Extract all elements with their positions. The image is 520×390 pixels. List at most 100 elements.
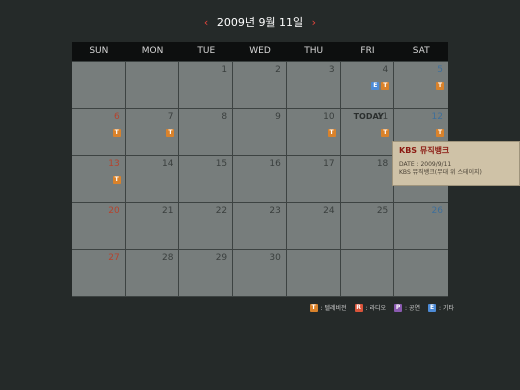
empty-day-cell	[394, 250, 448, 297]
weekday-thu: THU	[304, 46, 324, 56]
empty-day-cell	[340, 250, 395, 297]
day-number: 30	[269, 253, 281, 263]
day-number: 18	[376, 159, 389, 169]
tv-legend-icon: T	[309, 303, 318, 312]
day-number: 2	[275, 65, 281, 75]
legend: T: 텔레비전 R: 라디오 P: 공연 E: 기타	[309, 303, 454, 312]
day-cell-21[interactable]: 21	[125, 203, 180, 250]
tv-event-icon[interactable]: T	[112, 129, 121, 137]
day-number: 9	[275, 112, 281, 122]
day-number: 3	[328, 65, 335, 75]
day-number: 15	[215, 159, 228, 169]
day-cell-17[interactable]: 17	[286, 156, 341, 203]
day-number: 7	[167, 112, 174, 122]
day-cell-13[interactable]: 13 T	[72, 156, 126, 203]
day-number: 26	[431, 206, 443, 216]
tv-event-icon[interactable]: T	[166, 129, 175, 137]
day-cell-5[interactable]: 5T	[394, 62, 448, 109]
day-cell-15[interactable]: 15	[179, 156, 234, 203]
tv-event-icon[interactable]: T	[327, 129, 336, 137]
prev-month-button[interactable]: ‹	[204, 16, 208, 29]
tv-event-icon[interactable]: T	[436, 129, 444, 137]
day-cell-18[interactable]: 18	[340, 156, 395, 203]
weekday-fri: FRI	[360, 46, 375, 56]
day-number: 5	[437, 65, 443, 75]
legend-item-show: P: 공연	[394, 303, 420, 312]
tv-event-icon[interactable]: T	[436, 82, 444, 90]
legend-label: : 텔레비전	[320, 305, 347, 312]
day-cell-23[interactable]: 23	[233, 203, 287, 250]
weekday-sat: SAT	[412, 46, 430, 56]
day-cell-8[interactable]: 8	[179, 109, 234, 156]
current-date-title: 2009년 9월 11일	[216, 16, 304, 29]
day-cell-30[interactable]: 30	[233, 250, 287, 297]
day-number: 27	[108, 253, 120, 263]
day-number: 4	[382, 65, 389, 75]
day-cell-4[interactable]: 4ET	[340, 62, 395, 109]
weekday-wed: WED	[249, 46, 271, 56]
day-number: 6	[113, 112, 120, 122]
day-cell-29[interactable]: 29	[179, 250, 234, 297]
day-number: 29	[215, 253, 228, 263]
tv-event-icon[interactable]: T	[112, 176, 121, 184]
etc-event-icon[interactable]: E	[371, 82, 380, 90]
day-number: 16	[269, 159, 281, 169]
day-cell-22[interactable]: 22	[179, 203, 234, 250]
weekday-sun: SUN	[89, 46, 109, 56]
tooltip-date: DATE : 2009/9/11	[399, 161, 452, 168]
next-month-button[interactable]: ›	[312, 16, 316, 29]
legend-item-radio: R: 라디오	[354, 303, 387, 312]
empty-day-cell	[72, 62, 126, 109]
day-cell-25[interactable]: 25	[340, 203, 395, 250]
weekday-header-row: SUN MON TUE WED THU FRI SAT	[72, 42, 448, 61]
today-label: TODAY	[353, 112, 384, 121]
day-number: 1	[221, 65, 228, 75]
day-cell-7[interactable]: 7T	[125, 109, 180, 156]
day-cell-3[interactable]: 3	[286, 62, 341, 109]
day-cell-14[interactable]: 14	[125, 156, 180, 203]
day-number: 13	[108, 159, 120, 169]
legend-item-tv: T: 텔레비전	[309, 303, 347, 312]
day-number: 23	[269, 206, 281, 216]
legend-item-etc: E: 기타	[428, 303, 454, 312]
tv-event-icon[interactable]: T	[381, 129, 390, 137]
day-number: 21	[161, 206, 174, 216]
weekday-mon: MON	[141, 46, 164, 56]
day-cell-28[interactable]: 28	[125, 250, 180, 297]
etc-legend-icon: E	[428, 303, 437, 312]
day-cell-27[interactable]: 27	[72, 250, 126, 297]
day-number: 14	[161, 159, 174, 169]
show-legend-icon: P	[394, 303, 403, 312]
legend-label: : 공연	[405, 305, 421, 312]
event-tooltip: KBS 뮤직뱅크 DATE : 2009/9/11 KBS 뮤직뱅크(무대 위 …	[392, 141, 520, 186]
empty-day-cell	[125, 62, 180, 109]
day-cell-26[interactable]: 26	[394, 203, 448, 250]
tooltip-title: KBS 뮤직뱅크	[399, 146, 450, 155]
day-cell-10[interactable]: 10 T	[286, 109, 341, 156]
day-cell-16[interactable]: 16	[233, 156, 287, 203]
day-number: 25	[376, 206, 389, 216]
day-number: 24	[323, 206, 335, 216]
day-cell-9[interactable]: 9	[233, 109, 287, 156]
day-number: 8	[221, 112, 228, 122]
legend-label: : 라디오	[365, 305, 387, 312]
calendar-header: ‹ 2009년 9월 11일 ›	[0, 14, 520, 30]
weekday-tue: TUE	[197, 46, 216, 56]
day-number: 20	[108, 206, 120, 216]
day-cell-2[interactable]: 2	[233, 62, 287, 109]
day-cell-11[interactable]: 11 TODAY T	[340, 109, 395, 156]
day-number: 28	[161, 253, 174, 263]
day-number: 10	[323, 112, 335, 122]
day-number: 17	[323, 159, 335, 169]
day-cell-20[interactable]: 20	[72, 203, 126, 250]
legend-label: : 기타	[439, 305, 454, 312]
tooltip-description: KBS 뮤직뱅크(무대 위 스테이지)	[399, 169, 482, 176]
day-number: 22	[215, 206, 228, 216]
day-cell-1[interactable]: 1	[179, 62, 234, 109]
day-cell-6[interactable]: 6T	[72, 109, 126, 156]
day-number: 12	[431, 112, 443, 122]
tv-event-icon[interactable]: T	[381, 82, 390, 90]
empty-day-cell	[286, 250, 341, 297]
radio-legend-icon: R	[354, 303, 363, 312]
day-cell-24[interactable]: 24	[286, 203, 341, 250]
